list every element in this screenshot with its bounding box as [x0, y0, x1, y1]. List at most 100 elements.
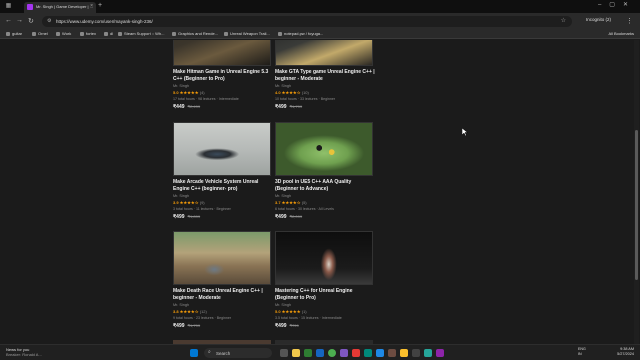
taskbar: News for you Breaker: Ronald A... ⌕ Sear…: [0, 344, 640, 360]
course-meta: 17 total hours · 98 lectures · Intermedi…: [173, 97, 239, 101]
udemy-favicon-icon: [27, 4, 33, 10]
course-thumbnail[interactable]: [173, 40, 271, 66]
course-author: Mr. Singh: [275, 303, 292, 307]
course-title[interactable]: Make Hitman Game in Unreal Engine 5.3 C+…: [173, 69, 273, 82]
bookmark-item[interactable]: Ornel: [32, 31, 48, 36]
course-thumbnail[interactable]: [173, 231, 271, 285]
app-icon[interactable]: [388, 349, 396, 357]
bookmark-item[interactable]: notepad.pw / foyuga...: [278, 31, 323, 36]
app-icon[interactable]: [424, 349, 432, 357]
course-thumbnail[interactable]: [275, 122, 373, 176]
rating-stars-icon: ★★★★★: [179, 90, 199, 95]
file-explorer-icon[interactable]: [292, 349, 300, 357]
profile-label[interactable]: Incognito (2): [586, 17, 611, 22]
course-price: ₹499 ₹1,899: [173, 214, 201, 220]
course-title[interactable]: Make Death Race Unreal Engine C++ | begi…: [173, 288, 273, 301]
app-icon[interactable]: [316, 349, 324, 357]
search-label: Search: [216, 350, 231, 356]
mouse-cursor-icon: [462, 128, 468, 136]
all-bookmarks-button[interactable]: All Bookmarks: [608, 31, 634, 36]
back-icon[interactable]: ←: [5, 17, 12, 24]
app-icon[interactable]: [340, 349, 348, 357]
rating-stars-icon: ★★★★☆: [179, 200, 199, 205]
course-meta: 3.5 total hours · 15 lectures · Intermed…: [275, 316, 342, 320]
reload-icon[interactable]: ↻: [28, 17, 34, 25]
rating-stars-icon: ★★★★☆: [281, 90, 301, 95]
page-scrollbar[interactable]: [634, 40, 639, 344]
app-icon[interactable]: [436, 349, 444, 357]
news-widget[interactable]: News for you Breaker: Ronald A...: [6, 347, 42, 357]
course-card[interactable]: Mastering C++ for Unreal Engine (Beginne…: [275, 231, 375, 329]
course-rating: 3.8 ★★★★☆ (12): [173, 309, 207, 314]
app-icon[interactable]: [412, 349, 420, 357]
site-info-icon[interactable]: ⚙: [47, 18, 51, 24]
course-thumbnail[interactable]: [275, 40, 373, 66]
windows-start-icon[interactable]: [190, 349, 198, 357]
app-icon[interactable]: [376, 349, 384, 357]
course-title[interactable]: Make Arcade Vehicle System Unreal Engine…: [173, 179, 273, 192]
course-price: ₹499 ₹1,799: [275, 104, 303, 110]
tab-active[interactable]: Mr. Singh | Game Developer | ... ×: [24, 2, 96, 13]
tab-close-icon[interactable]: ×: [90, 3, 93, 9]
menu-icon[interactable]: ⋮: [626, 17, 633, 25]
tab-menu-icon[interactable]: ▦: [4, 2, 13, 11]
course-rating: 4.0 ★★★★☆ (10): [275, 90, 309, 95]
language-indicator[interactable]: ENG IN: [578, 347, 586, 357]
task-view-icon[interactable]: [280, 349, 288, 357]
course-price: ₹499 ₹2,099: [275, 214, 303, 220]
rating-stars-icon: ★★★★☆: [179, 309, 199, 314]
taskbar-search[interactable]: ⌕ Search: [204, 348, 272, 358]
course-card[interactable]: Make Arcade Vehicle System Unreal Engine…: [173, 122, 273, 220]
course-title[interactable]: 3D pool in UE5 C++ AAA Quality (Beginner…: [275, 179, 375, 192]
new-tab-button[interactable]: +: [98, 2, 102, 9]
course-thumbnail[interactable]: [275, 231, 373, 285]
url-text[interactable]: https://www.udemy.com/user/mayank-singh-…: [56, 19, 153, 24]
course-title[interactable]: Mastering C++ for Unreal Engine (Beginne…: [275, 288, 375, 301]
window-controls[interactable]: –▢✕: [598, 1, 636, 8]
course-author: Mr. Singh: [173, 303, 190, 307]
bookmark-item[interactable]: guitar: [6, 31, 22, 36]
course-rating: 3.9 ★★★★☆ (9): [173, 200, 205, 205]
course-card[interactable]: Make Hitman Game in Unreal Engine 5.3 C+…: [173, 40, 273, 110]
forward-icon[interactable]: →: [16, 17, 23, 24]
course-price: ₹499 ₹1,799: [173, 323, 201, 329]
bookmark-item[interactable]: Graphics and Rende...: [172, 31, 218, 36]
app-icon[interactable]: [364, 349, 372, 357]
address-bar[interactable]: ⚙ https://www.udemy.com/user/mayank-sing…: [42, 16, 572, 27]
bookmark-item[interactable]: fortex: [80, 31, 96, 36]
bookmark-item[interactable]: dl: [104, 31, 113, 36]
course-rating: 3.7 ★★★★☆ (5): [275, 200, 307, 205]
course-author: Mr. Singh: [275, 194, 292, 198]
tab-strip: ▦ Mr. Singh | Game Developer | ... × + –…: [0, 0, 640, 13]
bookmark-item[interactable]: Work: [56, 31, 71, 36]
navigation-bar: ← → ↻ ⚙ https://www.udemy.com/user/mayan…: [0, 13, 640, 29]
course-card[interactable]: Make Death Race Unreal Engine C++ | begi…: [173, 231, 273, 329]
chrome-icon[interactable]: [328, 349, 336, 357]
news-subtitle: Breaker: Ronald A...: [6, 352, 42, 357]
course-card[interactable]: Make GTA Type game Unreal Engine C++ | b…: [275, 40, 375, 110]
search-icon: ⌕: [208, 349, 211, 355]
clock[interactable]: 9:38 AM 5/27/2024: [617, 347, 634, 357]
course-author: Mr. Singh: [173, 194, 190, 198]
scrollbar-thumb[interactable]: [635, 130, 638, 280]
course-meta: 10 total hours · 33 lectures · Beginner: [275, 97, 336, 101]
course-meta: 3 total hours · 11 lectures · Beginner: [173, 207, 231, 211]
tab-title: Mr. Singh | Game Developer | ...: [36, 4, 93, 9]
course-rating: 5.0 ★★★★★ (1): [275, 309, 307, 314]
course-rating: 5.0 ★★★★★ (4): [173, 90, 205, 95]
app-icon[interactable]: [352, 349, 360, 357]
bookmarks-bar: guitar Ornel Work fortex dl Steam Suppor…: [0, 29, 640, 39]
course-author: Mr. Singh: [173, 84, 190, 88]
course-price: ₹499 ₹799: [275, 323, 299, 329]
bookmark-star-icon[interactable]: ☆: [561, 17, 566, 24]
course-author: Mr. Singh: [275, 84, 292, 88]
app-icon[interactable]: [400, 349, 408, 357]
course-meta: 6 total hours · 30 lectures · All Levels: [275, 207, 334, 211]
bookmark-item[interactable]: Steam Support :: Wh...: [118, 31, 164, 36]
app-icon[interactable]: [304, 349, 312, 357]
bookmark-item[interactable]: Unreal Weapon Trail...: [224, 31, 270, 36]
course-title[interactable]: Make GTA Type game Unreal Engine C++ | b…: [275, 69, 375, 82]
course-meta: 9 total hours · 23 lectures · Beginner: [173, 316, 232, 320]
course-card[interactable]: 3D pool in UE5 C++ AAA Quality (Beginner…: [275, 122, 375, 220]
course-thumbnail[interactable]: [173, 122, 271, 176]
